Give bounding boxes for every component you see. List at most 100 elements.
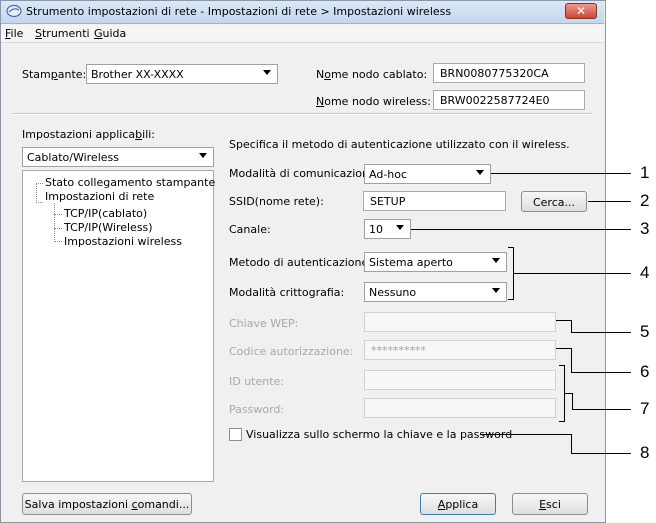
callout-line-1 <box>491 173 631 174</box>
menu-bar <box>1 25 604 43</box>
menu-guida[interactable]: Guida <box>94 27 126 40</box>
user-id-label: ID utente: <box>229 375 285 388</box>
applicable-settings-select[interactable]: Cablato/Wireless <box>22 147 214 167</box>
menu-strumenti-key: S <box>35 27 42 40</box>
chevron-down-icon <box>492 258 500 263</box>
chevron-down-icon <box>476 170 484 175</box>
apply-post: pplica <box>445 498 479 511</box>
chevron-down-icon <box>263 70 271 75</box>
callout-number-4: 4 <box>640 263 650 282</box>
printer-label-pre: Stam <box>22 68 51 81</box>
wired-node-label-post: me nodo cablato: <box>330 68 428 81</box>
callout-line-8 <box>571 434 572 454</box>
search-button[interactable]: Cerca... <box>521 191 587 212</box>
callout-number-8: 8 <box>640 443 650 462</box>
callout-bracket-4 <box>508 299 514 300</box>
wired-node-label-key: o <box>324 68 331 81</box>
applicable-settings-value: Cablato/Wireless <box>27 151 119 164</box>
wired-node-field[interactable]: BRN0080775320CA <box>433 63 585 83</box>
auth-method-value: Sistema aperto <box>369 256 453 269</box>
exit-button[interactable]: Esci <box>512 493 588 515</box>
printer-select[interactable]: Brother XX-XXXX <box>86 64 278 84</box>
callout-bracket-7 <box>559 421 565 422</box>
printer-select-value: Brother XX-XXXX <box>91 68 184 81</box>
applicable-settings-label: Impostazioni applicabili: <box>22 128 155 141</box>
tree-item-tcpip-wired[interactable]: TCP/IP(cablato) <box>64 207 147 220</box>
callout-line-6 <box>571 372 631 373</box>
callout-number-2: 2 <box>640 191 650 210</box>
callout-line-4 <box>514 273 631 274</box>
apply-button[interactable]: Applica <box>420 493 496 515</box>
save-commands-button[interactable]: Salva impostazioni comandi... <box>22 493 192 515</box>
menu-guida-key: G <box>94 27 103 40</box>
encryption-value: Nessuno <box>369 286 417 299</box>
callout-line-2 <box>588 201 631 202</box>
menu-strumenti-rest: trumenti <box>41 27 90 40</box>
callout-line-3 <box>411 229 631 230</box>
menu-file[interactable]: File <box>5 27 23 40</box>
applicable-settings-post: ili: <box>142 128 156 141</box>
header-separator <box>12 113 592 115</box>
chevron-down-icon <box>492 288 500 293</box>
printer-label-key: p <box>50 68 58 81</box>
tree-line <box>54 203 55 242</box>
auth-code-label: Codice autorizzazione: <box>229 345 354 358</box>
tree-item-wireless-settings[interactable]: Impostazioni wireless <box>64 235 182 248</box>
user-id-field[interactable] <box>364 370 556 390</box>
callout-line-7 <box>572 409 631 410</box>
tree-line <box>54 228 62 229</box>
wep-key-label: Chiave WEP: <box>229 317 299 330</box>
menu-strumenti[interactable]: Strumenti <box>35 27 90 40</box>
wired-node-label: Nome nodo cablato: <box>316 68 427 81</box>
wireless-node-label-key: N <box>316 95 325 108</box>
password-label: Password: <box>229 403 285 416</box>
callout-number-5: 5 <box>640 322 650 341</box>
wireless-node-label-post: ome nodo wireless: <box>324 95 431 108</box>
tree-line <box>36 202 43 203</box>
exit-post: sci <box>546 498 561 511</box>
tree-line <box>54 241 62 242</box>
printer-label: Stampante: <box>22 68 86 81</box>
auth-method-select[interactable]: Sistema aperto <box>364 252 507 272</box>
show-keys-checkbox[interactable] <box>229 428 242 441</box>
callout-line-8 <box>480 434 572 435</box>
show-keys-label: Visualizza sullo schermo la chiave e la … <box>246 428 513 441</box>
callout-line-6 <box>556 348 572 349</box>
callout-number-1: 1 <box>640 163 650 182</box>
encryption-select[interactable]: Nessuno <box>364 282 507 302</box>
menu-file-rest: ile <box>10 27 24 40</box>
close-button[interactable]: ✕ <box>565 3 597 19</box>
window-title: Strumento impostazioni di rete - Imposta… <box>26 5 452 18</box>
tree-line <box>36 183 37 203</box>
channel-select[interactable]: 10 <box>364 219 411 239</box>
auth-code-field[interactable]: ********** <box>364 340 556 360</box>
auth-method-label: Metodo di autenticazione: <box>229 256 372 269</box>
callout-line-8 <box>571 453 631 454</box>
menu-guida-rest: uida <box>102 27 127 40</box>
ssid-label: SSID(nome rete): <box>229 195 324 208</box>
password-field[interactable] <box>364 398 556 418</box>
comm-mode-label: Modalità di comunicazione: <box>229 167 380 180</box>
channel-value: 10 <box>369 223 383 236</box>
form-intro: Specifica il metodo di autenticazione ut… <box>229 138 570 151</box>
printer-label-post: ante: <box>57 68 87 81</box>
wep-key-field[interactable] <box>364 312 556 332</box>
tree-item-tcpip-wireless[interactable]: TCP/IP(Wireless) <box>64 221 153 234</box>
tree-line <box>54 214 62 215</box>
channel-label: Canale: <box>229 223 271 236</box>
callout-number-3: 3 <box>640 219 650 238</box>
encryption-label: Modalità crittografia: <box>229 286 345 299</box>
wireless-node-label: Nome nodo wireless: <box>316 95 431 108</box>
applicable-settings-pre: Impostazioni applica <box>22 128 136 141</box>
callout-number-6: 6 <box>640 362 650 381</box>
tree-item-printer-status[interactable]: Stato collegamento stampante <box>45 176 215 189</box>
callout-line-7 <box>572 393 573 410</box>
callout-line-6 <box>571 348 572 373</box>
tree-item-network-settings[interactable]: Impostazioni di rete <box>45 190 154 203</box>
wireless-node-field[interactable]: BRW0022587724E0 <box>433 90 585 110</box>
wired-node-label-pre: N <box>316 68 325 81</box>
ssid-field[interactable]: SETUP <box>363 191 506 211</box>
network-tool-icon <box>6 4 22 18</box>
save-commands-pre: Salva impostazioni <box>24 498 132 511</box>
comm-mode-select[interactable]: Ad-hoc <box>364 164 491 184</box>
